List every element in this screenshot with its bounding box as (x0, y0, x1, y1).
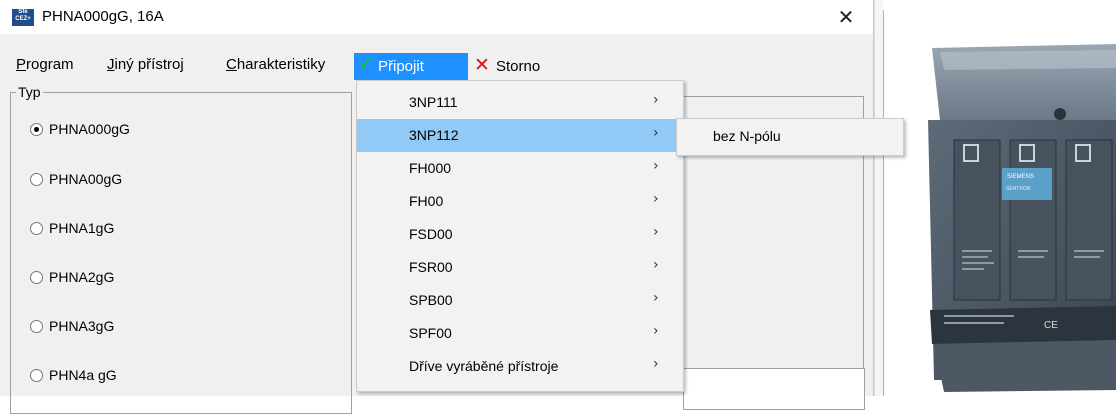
typ-group-label: Typ (16, 84, 43, 100)
typ-groupbox (10, 92, 352, 414)
menu-storno[interactable]: Storno (496, 58, 540, 75)
dropdown-item[interactable]: 3NP111 › (357, 86, 683, 119)
fuse-switch-image: SIEMENS SENTRON CE (928, 44, 1116, 392)
chevron-right-icon: › (653, 290, 659, 306)
chevron-right-icon: › (653, 92, 659, 108)
chevron-right-icon: › (653, 323, 659, 339)
chevron-right-icon: › (653, 158, 659, 174)
dropdown-item[interactable]: FSD00 › (357, 218, 683, 251)
ce-mark: CE (1044, 320, 1058, 331)
menu-pripojit-label: Připojit (378, 58, 424, 75)
radio-label: PHN4a gG (49, 367, 117, 383)
window-title: PHNA000gG, 16A (42, 8, 164, 25)
cancel-x-icon[interactable]: ✕ (474, 54, 490, 76)
dropdown-item-label: Dříve vyráběné přístroje (409, 358, 559, 374)
dropdown-item[interactable]: Dříve vyráběné přístroje › (357, 350, 683, 383)
menu-jiny-pristroj[interactable]: Jiný přístroj (107, 56, 184, 73)
checkmark-icon: ✓ (358, 53, 374, 75)
radio-label: PHNA1gG (49, 220, 115, 236)
dropdown-item[interactable]: SPB00 › (357, 284, 683, 317)
product-label: SENTRON (1006, 186, 1031, 192)
submenu-item-bez-n-polu[interactable]: bez N-pólu (713, 128, 781, 144)
app-logo-icon: Ste CEZ+ (12, 9, 34, 26)
submenu-3np112: bez N-pólu (676, 118, 904, 156)
dropdown-item-label: 3NP111 (409, 94, 458, 110)
splitter[interactable] (874, 0, 883, 396)
dropdown-item[interactable]: SPF00 › (357, 317, 683, 350)
chevron-right-icon: › (653, 224, 659, 240)
radio-button[interactable] (30, 222, 43, 235)
radio-button[interactable] (30, 173, 43, 186)
radio-button[interactable] (30, 369, 43, 382)
chevron-right-icon: › (653, 191, 659, 207)
menu-pripojit[interactable]: ✓ Připojit (354, 53, 468, 80)
dropdown-item-label: 3NP112 (409, 127, 459, 143)
menu-program[interactable]: Program (16, 56, 74, 73)
dropdown-item[interactable]: 3NP112 › (357, 119, 683, 152)
product-photo: SIEMENS SENTRON CE (883, 10, 1116, 396)
dropdown-item[interactable]: FH000 › (357, 152, 683, 185)
dropdown-item[interactable]: FSR00 › (357, 251, 683, 284)
chevron-right-icon: › (653, 257, 659, 273)
dropdown-item-label: FSR00 (409, 259, 453, 275)
radio-label: PHNA00gG (49, 171, 123, 187)
dropdown-item-label: FH000 (409, 160, 452, 176)
chevron-right-icon: › (653, 356, 659, 372)
menu-charakteristiky[interactable]: Charakteristiky (226, 56, 325, 73)
radio-button[interactable] (30, 271, 43, 284)
radio-label: PHNA2gG (49, 269, 115, 285)
pripojit-dropdown: 3NP111 › 3NP112 › FH000 › FH00 › FSD00 › FSR00 › SPB… (356, 80, 684, 392)
dropdown-item-label: FH00 (409, 193, 444, 209)
dropdown-item-label: SPB00 (409, 292, 453, 308)
dropdown-item[interactable]: FH00 › (357, 185, 683, 218)
info-textbox (683, 368, 865, 410)
radio-label: PHNA3gG (49, 318, 115, 334)
radio-button[interactable] (30, 320, 43, 333)
brand-label: SIEMENS (1007, 174, 1034, 180)
close-button[interactable]: ✕ (826, 4, 866, 30)
dropdown-item-label: FSD00 (409, 226, 453, 242)
radio-label: PHNA000gG (49, 121, 130, 137)
dropdown-item-label: SPF00 (409, 325, 452, 341)
title-bar: Ste CEZ+ PHNA000gG, 16A ✕ (0, 0, 873, 34)
radio-button[interactable] (30, 123, 43, 136)
chevron-right-icon: › (653, 125, 659, 141)
